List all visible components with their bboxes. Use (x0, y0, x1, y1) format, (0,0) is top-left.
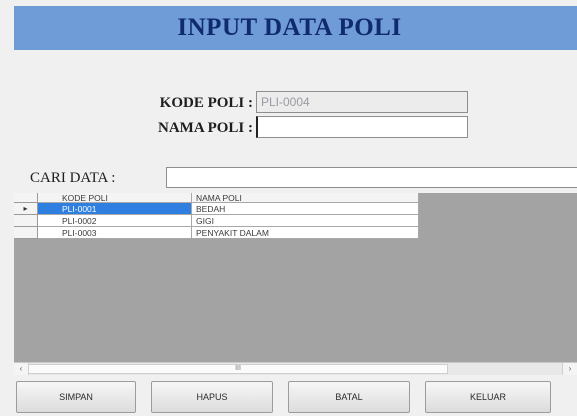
input-data-poli-window: INPUT DATA POLI KODE POLI : NAMA POLI : … (0, 0, 577, 416)
grid-header-row: KODE POLI NAMA POLI (14, 193, 419, 203)
current-row-marker-icon[interactable]: ▸ (14, 203, 38, 215)
scroll-left-icon[interactable]: ‹ (14, 363, 29, 375)
nama-poli-label: NAMA POLI : (158, 120, 253, 136)
table-row[interactable]: PLI-0003 PENYAKIT DALAM (14, 227, 419, 239)
batal-button[interactable]: BATAL (288, 381, 410, 413)
data-grid[interactable]: KODE POLI NAMA POLI ▸ PLI-0001 BEDAH PLI… (14, 193, 577, 373)
column-header-kode-poli[interactable]: KODE POLI (38, 193, 192, 203)
table-cell-nama[interactable]: GIGI (192, 215, 419, 227)
nama-poli-field[interactable] (256, 116, 468, 138)
horizontal-scrollbar[interactable]: ‹ III › (14, 362, 577, 375)
table-cell-kode[interactable]: PLI-0002 (38, 215, 192, 227)
hapus-button[interactable]: HAPUS (151, 381, 273, 413)
table-cell-nama[interactable]: PENYAKIT DALAM (192, 227, 419, 239)
table-cell-nama[interactable]: BEDAH (192, 203, 419, 215)
row-header-corner (14, 193, 38, 203)
kode-poli-field[interactable] (256, 91, 468, 113)
column-header-nama-poli[interactable]: NAMA POLI (192, 193, 419, 203)
row-header[interactable] (14, 227, 38, 239)
table-cell-kode[interactable]: PLI-0003 (38, 227, 192, 239)
simpan-button[interactable]: SIMPAN (16, 381, 136, 413)
cari-data-label: CARI DATA : (30, 170, 116, 186)
table-cell-kode[interactable]: PLI-0001 (38, 203, 192, 215)
table-row[interactable]: ▸ PLI-0001 BEDAH (14, 203, 419, 215)
scroll-right-icon[interactable]: › (562, 363, 577, 375)
page-title: INPUT DATA POLI (177, 14, 402, 41)
title-bar: INPUT DATA POLI (14, 6, 577, 50)
keluar-button[interactable]: KELUAR (425, 381, 551, 413)
scroll-thumb[interactable]: III (28, 364, 448, 374)
row-header[interactable] (14, 215, 38, 227)
table-row[interactable]: PLI-0002 GIGI (14, 215, 419, 227)
search-input[interactable] (166, 167, 577, 188)
kode-poli-label: KODE POLI : (159, 95, 253, 111)
